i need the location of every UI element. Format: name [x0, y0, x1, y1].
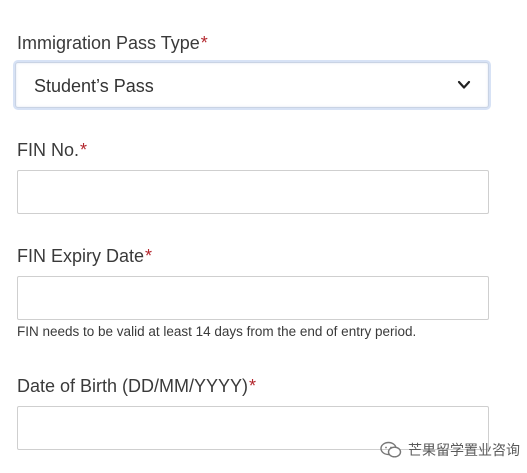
fin-no-label-text: FIN No. — [17, 140, 80, 160]
fin-expiry-label-text: FIN Expiry Date — [17, 246, 145, 266]
required-mark: * — [145, 246, 153, 266]
pass-type-label-text: Immigration Pass Type — [17, 33, 200, 53]
watermark-text: 芒果留学置业咨询 — [408, 442, 520, 458]
required-mark: * — [200, 33, 208, 53]
pass-type-select[interactable]: Student’s Pass — [15, 62, 489, 108]
fin-expiry-hint: FIN needs to be valid at least 14 days f… — [17, 324, 417, 339]
required-mark: * — [249, 376, 257, 396]
fin-no-input[interactable] — [17, 170, 489, 214]
dob-label: Date of Birth (DD/MM/YYYY)* — [17, 376, 256, 397]
watermark: 芒果留学置业咨询 — [380, 440, 520, 460]
wechat-icon — [380, 441, 402, 458]
pass-type-label: Immigration Pass Type* — [17, 33, 208, 54]
chevron-down-icon — [457, 80, 471, 89]
required-mark: * — [80, 140, 88, 160]
fin-expiry-input[interactable] — [17, 276, 489, 320]
dob-label-text: Date of Birth (DD/MM/YYYY) — [17, 376, 249, 396]
fin-no-label: FIN No.* — [17, 140, 87, 161]
fin-expiry-label: FIN Expiry Date* — [17, 246, 152, 267]
pass-type-selected-value: Student’s Pass — [34, 76, 154, 96]
